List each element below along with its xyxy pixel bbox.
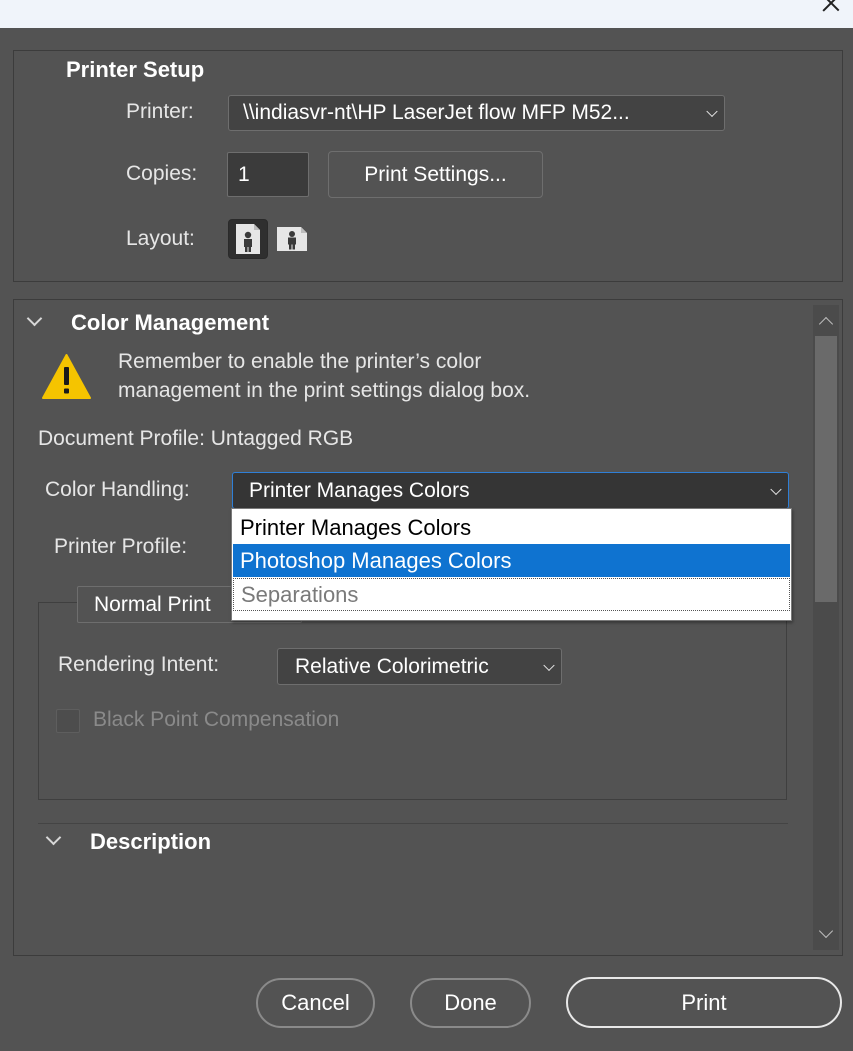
chevron-down-icon	[543, 659, 555, 671]
document-profile: Document Profile: Untagged RGB	[38, 427, 354, 450]
color-handling-select[interactable]: Printer Manages Colors	[232, 472, 789, 509]
chevron-down-icon	[770, 483, 782, 495]
warning-icon	[42, 354, 91, 399]
black-point-label: Black Point Compensation	[93, 708, 340, 731]
rendering-intent-label: Rendering Intent:	[58, 653, 220, 676]
landscape-layout-button[interactable]	[272, 219, 312, 259]
black-point-checkbox[interactable]	[56, 709, 80, 733]
copies-input[interactable]: 1	[227, 152, 309, 197]
printer-setup-title: Printer Setup	[66, 57, 205, 82]
chevron-down-icon	[706, 105, 718, 118]
copies-label: Copies:	[126, 162, 198, 185]
proof-setup-value: Normal Print	[94, 592, 211, 616]
divider	[38, 823, 788, 824]
option-separations: Separations	[233, 578, 790, 611]
portrait-layout-icon	[236, 224, 260, 254]
print-settings-button[interactable]: Print Settings...	[328, 151, 543, 198]
warning-text-line2: management in the print settings dialog …	[118, 379, 531, 402]
color-handling-value: Printer Manages Colors	[249, 478, 470, 502]
color-handling-label: Color Handling:	[45, 478, 190, 501]
landscape-layout-icon	[277, 227, 307, 251]
scrollbar-thumb[interactable]	[815, 336, 837, 602]
proof-setup-group	[38, 602, 787, 800]
color-management-title[interactable]: Color Management	[71, 310, 269, 336]
portrait-layout-button[interactable]	[228, 219, 268, 259]
done-button[interactable]: Done	[410, 978, 531, 1028]
print-button[interactable]: Print	[566, 977, 842, 1028]
printer-select[interactable]: \\indiasvr-nt\HP LaserJet flow MFP M52..…	[228, 95, 725, 131]
option-printer-manages-colors[interactable]: Printer Manages Colors	[233, 511, 790, 544]
close-icon[interactable]	[819, 0, 843, 14]
cancel-button[interactable]: Cancel	[256, 978, 375, 1028]
layout-label: Layout:	[126, 227, 195, 250]
color-handling-dropdown-list: Printer Manages Colors Photoshop Manages…	[231, 508, 792, 621]
description-title[interactable]: Description	[90, 829, 211, 855]
rendering-intent-select[interactable]: Relative Colorimetric	[277, 648, 562, 685]
rendering-intent-value: Relative Colorimetric	[295, 654, 489, 678]
printer-label: Printer:	[126, 100, 194, 123]
window-titlebar	[0, 0, 853, 28]
warning-text-line1: Remember to enable the printer’s color	[118, 350, 482, 373]
printer-profile-label: Printer Profile:	[54, 535, 188, 558]
printer-select-value: \\indiasvr-nt\HP LaserJet flow MFP M52..…	[243, 101, 630, 124]
option-photoshop-manages-colors[interactable]: Photoshop Manages Colors	[233, 544, 790, 577]
